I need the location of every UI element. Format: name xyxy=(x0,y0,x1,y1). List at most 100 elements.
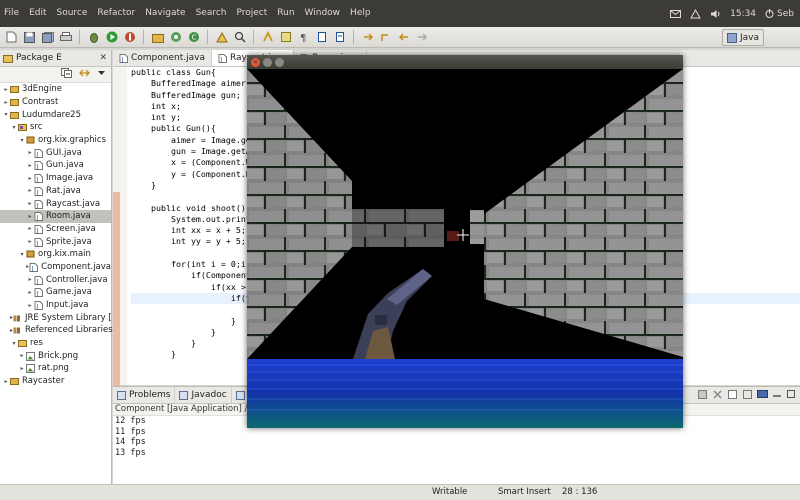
collapsed-arrow-icon[interactable]: ▸ xyxy=(26,302,34,309)
menu-project[interactable]: Project xyxy=(231,0,272,27)
tree-item[interactable]: ▾ res xyxy=(0,337,111,350)
expanded-arrow-icon[interactable]: ▾ xyxy=(10,124,18,131)
tree-item[interactable]: ▸ J Component.java xyxy=(0,261,111,274)
user-menu[interactable]: Seb xyxy=(765,9,794,19)
collapsed-arrow-icon[interactable]: ▸ xyxy=(26,238,34,245)
remove-launch-icon[interactable] xyxy=(712,389,723,403)
collapsed-arrow-icon[interactable]: ▸ xyxy=(26,200,34,207)
search-icon[interactable] xyxy=(232,30,247,45)
menu-navigate[interactable]: Navigate xyxy=(140,0,190,27)
game-window-titlebar[interactable]: ✕ xyxy=(247,55,683,69)
terminate-icon[interactable] xyxy=(697,389,708,403)
expanded-arrow-icon[interactable]: ▾ xyxy=(18,137,26,144)
close-icon[interactable]: ✕ xyxy=(99,53,107,63)
menu-source[interactable]: Source xyxy=(52,0,93,27)
menu-file[interactable]: File xyxy=(0,0,24,27)
collapsed-arrow-icon[interactable]: ▸ xyxy=(26,289,34,296)
tree-item[interactable]: ▸ J Controller.java xyxy=(0,273,111,286)
tree-item[interactable]: ▾ org.kix.main xyxy=(0,248,111,261)
new-package-icon[interactable] xyxy=(168,30,183,45)
collapsed-arrow-icon[interactable]: ▸ xyxy=(2,378,10,385)
game-window[interactable]: ✕ xyxy=(247,55,683,428)
editor-tab[interactable]: J Component.java xyxy=(113,50,212,66)
expanded-arrow-icon[interactable]: ▾ xyxy=(18,251,26,258)
menu-edit[interactable]: Edit xyxy=(24,0,51,27)
tree-item[interactable]: ▸ J Gun.java xyxy=(0,159,111,172)
view-menu-icon[interactable] xyxy=(97,69,106,80)
menu-search[interactable]: Search xyxy=(191,0,232,27)
previous-annotation-icon[interactable] xyxy=(332,30,347,45)
next-annotation-icon[interactable] xyxy=(314,30,329,45)
display-console-icon[interactable] xyxy=(757,389,768,403)
console-tab-javadoc[interactable]: Javadoc xyxy=(175,387,232,403)
last-edit-location-icon[interactable] xyxy=(378,30,393,45)
tree-item[interactable]: ▾ Ludumdare25 xyxy=(0,108,111,121)
tree-item[interactable]: ▸ Referenced Libraries xyxy=(0,324,113,337)
maximize-icon[interactable] xyxy=(786,389,796,403)
external-tools-icon[interactable] xyxy=(122,30,137,45)
collapsed-arrow-icon[interactable]: ▸ xyxy=(18,352,26,359)
collapsed-arrow-icon[interactable]: ▸ xyxy=(26,225,34,232)
tree-item[interactable]: ▸ Raycaster xyxy=(0,375,111,388)
tree-item[interactable]: ▾ org.kix.graphics xyxy=(0,134,111,147)
console-tab-problems[interactable]: Problems xyxy=(113,387,176,403)
tree-item[interactable]: ▸ J Input.java xyxy=(0,299,111,312)
new-file-icon[interactable] xyxy=(4,30,19,45)
link-with-editor-icon[interactable] xyxy=(79,68,90,81)
menu-refactor[interactable]: Refactor xyxy=(92,0,140,27)
toggle-mark-occurrences-icon[interactable] xyxy=(260,30,275,45)
save-all-icon[interactable] xyxy=(40,30,55,45)
open-type-icon[interactable] xyxy=(214,30,229,45)
package-explorer-tab[interactable]: Package E ✕ xyxy=(0,50,111,67)
clear-console-icon[interactable] xyxy=(727,389,738,403)
expanded-arrow-icon[interactable]: ▾ xyxy=(2,111,10,118)
tree-item[interactable]: ▸ J Rat.java xyxy=(0,185,111,198)
tree-item[interactable]: ▸ rat.png xyxy=(0,362,111,375)
collapsed-arrow-icon[interactable]: ▸ xyxy=(26,187,34,194)
perspective-java-button[interactable]: Java xyxy=(721,29,764,46)
debug-icon[interactable] xyxy=(86,30,101,45)
close-window-icon[interactable]: ✕ xyxy=(251,57,260,67)
tree-item[interactable]: ▸ JRE System Library [ xyxy=(0,311,112,324)
menu-window[interactable]: Window xyxy=(300,0,346,27)
collapsed-arrow-icon[interactable]: ▸ xyxy=(26,175,34,182)
toggle-block-selection-icon[interactable] xyxy=(278,30,293,45)
save-icon[interactable] xyxy=(22,30,37,45)
collapsed-arrow-icon[interactable]: ▸ xyxy=(26,149,34,156)
menu-run[interactable]: Run xyxy=(272,0,299,27)
tree-item[interactable]: ▾ src xyxy=(0,121,111,134)
tree-item[interactable]: ▸ J Game.java xyxy=(0,286,111,299)
network-icon[interactable] xyxy=(690,8,701,19)
collapsed-arrow-icon[interactable]: ▸ xyxy=(26,213,34,220)
collapsed-arrow-icon[interactable]: ▸ xyxy=(18,365,26,372)
back-icon[interactable] xyxy=(396,30,411,45)
forward-icon[interactable] xyxy=(414,30,429,45)
minimize-window-icon[interactable] xyxy=(263,57,272,67)
tree-item[interactable]: ▸ J Image.java xyxy=(0,172,111,185)
show-whitespace-icon[interactable]: ¶ xyxy=(296,30,311,45)
collapse-all-icon[interactable] xyxy=(61,68,72,81)
collapsed-arrow-icon[interactable]: ▸ xyxy=(2,99,10,106)
run-icon[interactable] xyxy=(104,30,119,45)
game-viewport[interactable] xyxy=(247,69,683,428)
print-icon[interactable] xyxy=(58,30,73,45)
tree-item[interactable]: ▸ 3dEngine xyxy=(0,83,111,96)
tree-item[interactable]: ▸ J Room.java xyxy=(0,209,111,223)
tree-item[interactable]: ▸ J Screen.java xyxy=(0,223,111,236)
collapsed-arrow-icon[interactable]: ▸ xyxy=(26,276,34,283)
expanded-arrow-icon[interactable]: ▾ xyxy=(10,340,18,347)
collapsed-arrow-icon[interactable]: ▸ xyxy=(2,86,10,93)
menu-help[interactable]: Help xyxy=(345,0,376,27)
volume-icon[interactable] xyxy=(710,9,721,19)
tree-item[interactable]: ▸ J GUI.java xyxy=(0,146,111,159)
tree-item[interactable]: ▸ J Raycast.java xyxy=(0,197,111,210)
maximize-window-icon[interactable] xyxy=(275,57,284,67)
tree-item[interactable]: ▸ Contrast xyxy=(0,96,111,109)
new-class-icon[interactable]: C xyxy=(186,30,201,45)
tree-item[interactable]: ▸ Brick.png xyxy=(0,349,111,362)
collapsed-arrow-icon[interactable]: ▸ xyxy=(26,162,34,169)
tree-item[interactable]: ▸ J Sprite.java xyxy=(0,235,111,248)
next-edit-icon[interactable] xyxy=(360,30,375,45)
new-java-project-icon[interactable] xyxy=(150,30,165,45)
mail-icon[interactable] xyxy=(670,9,682,18)
